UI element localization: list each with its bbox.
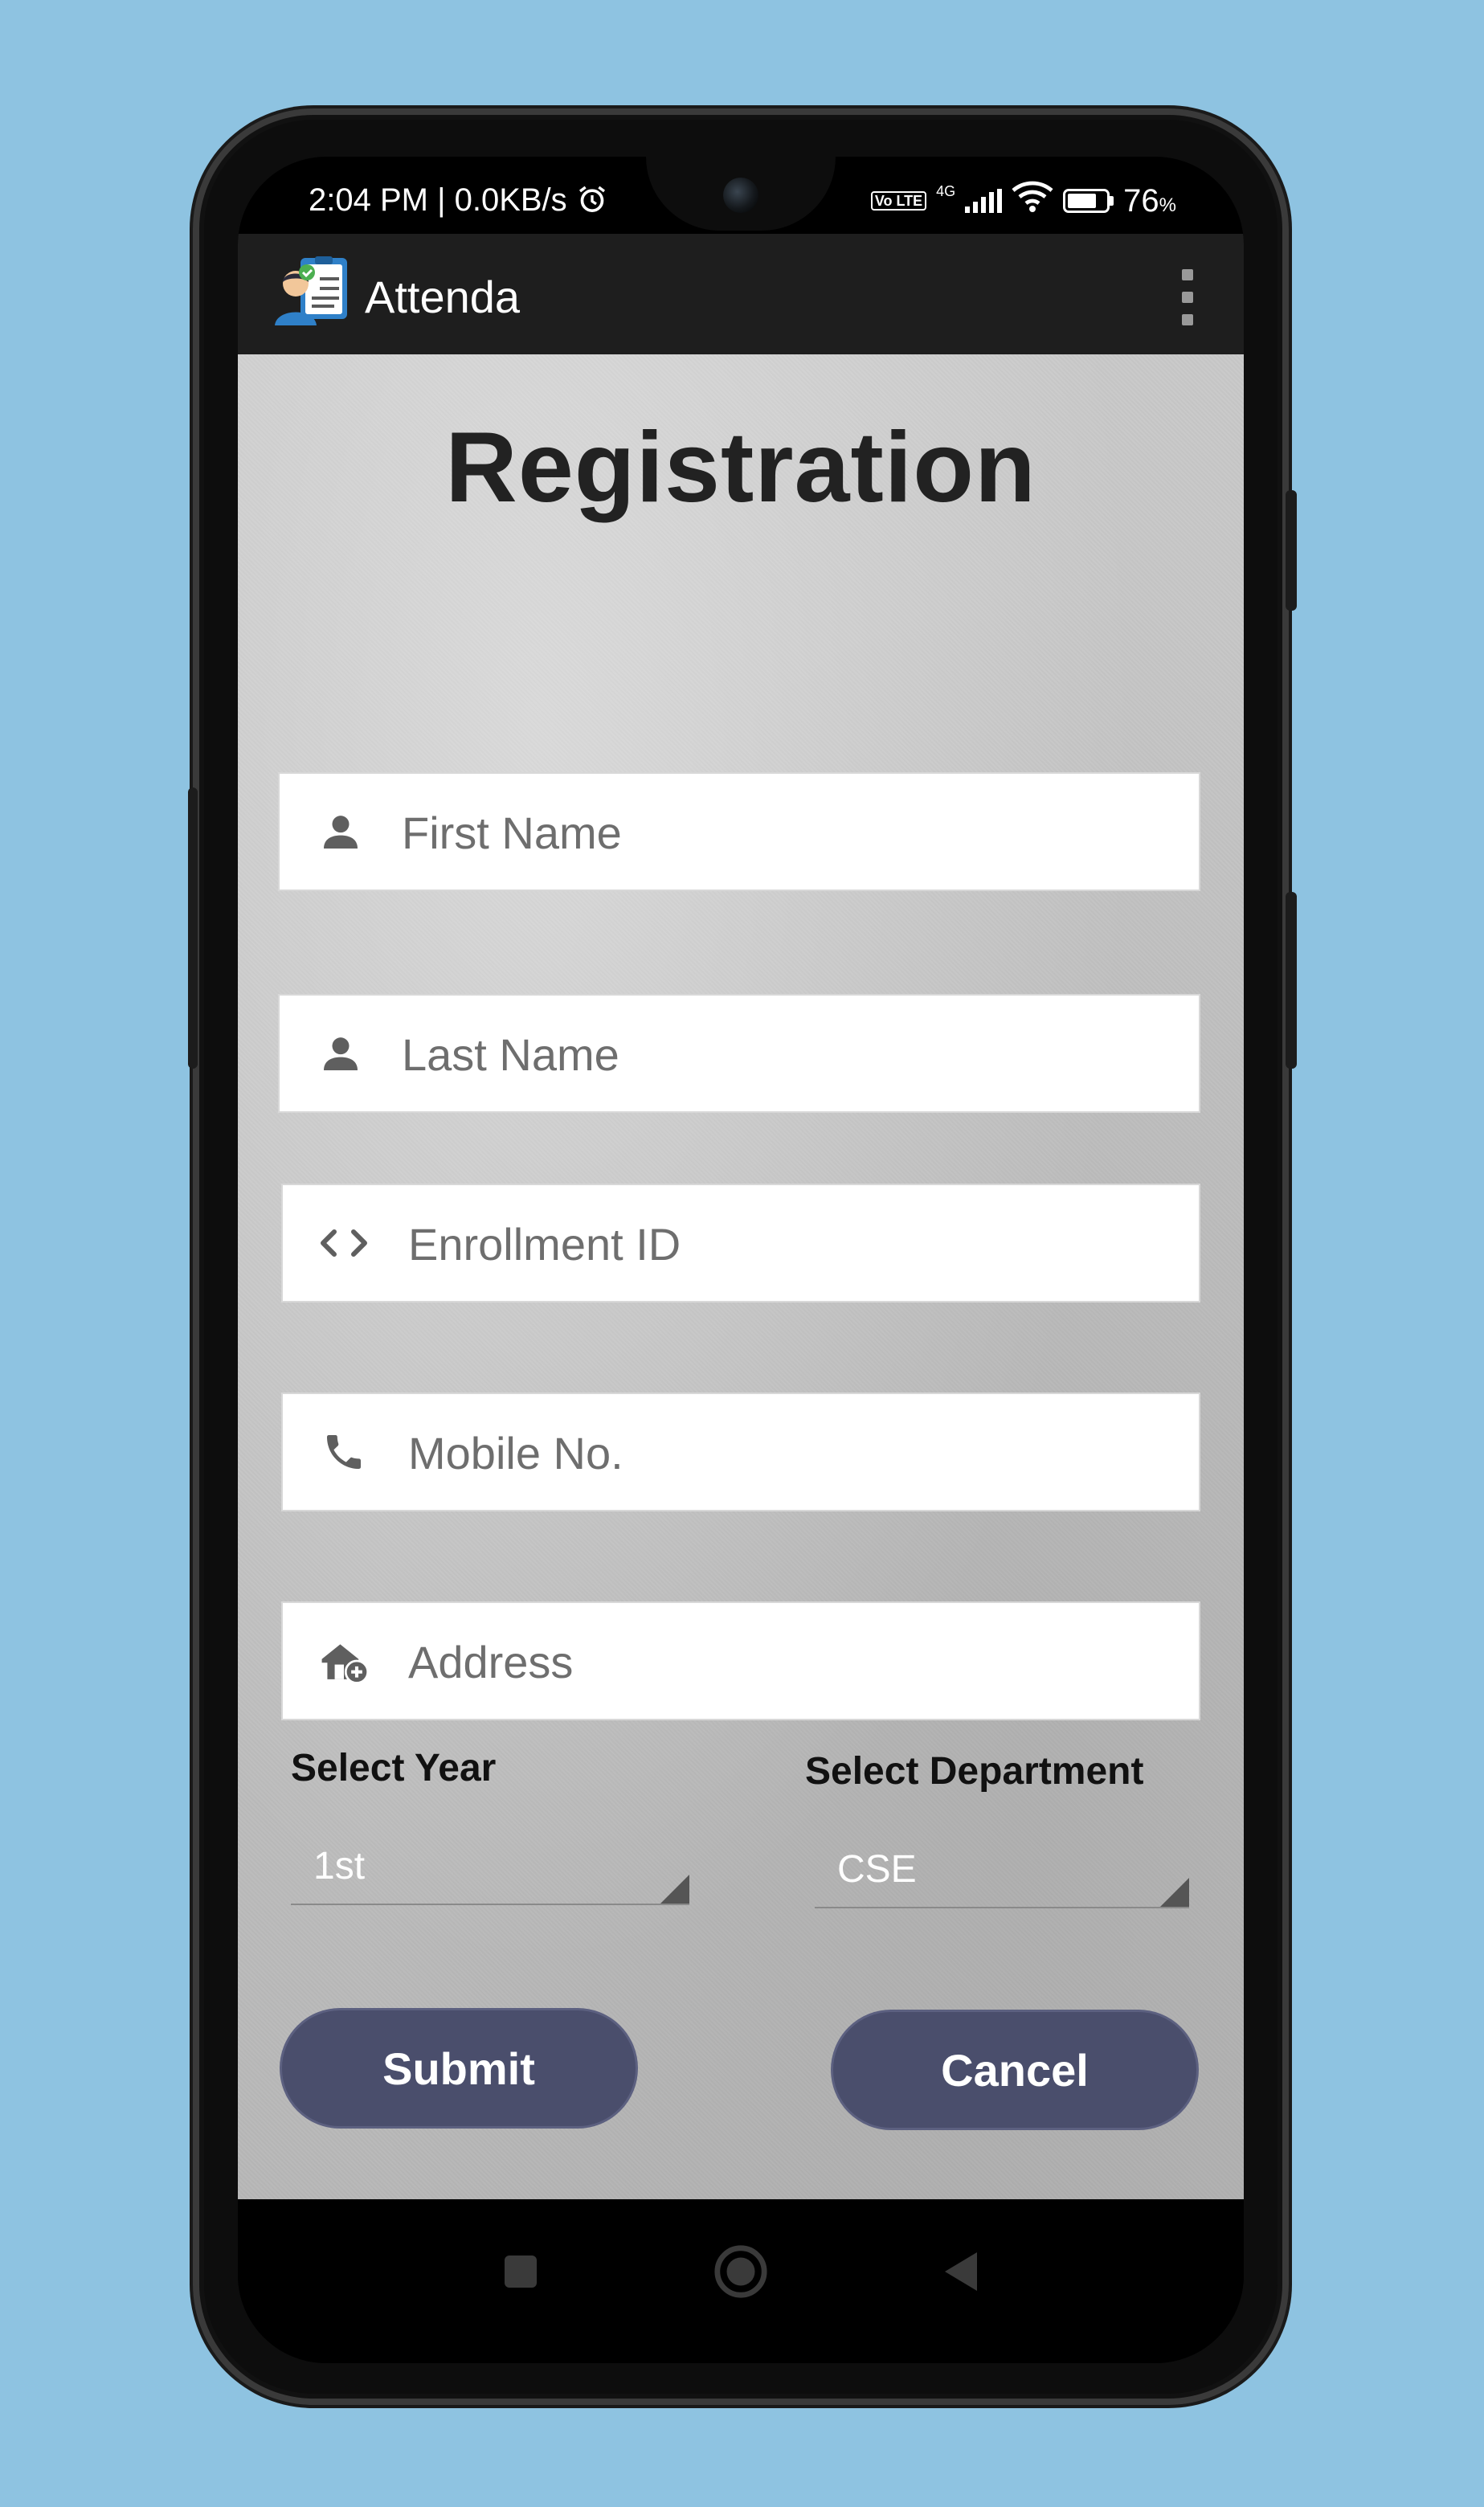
signal-icon <box>965 189 1003 213</box>
year-select-value: 1st <box>313 1845 366 1887</box>
code-icon <box>318 1217 370 1269</box>
status-right: Vo LTE 4G 76% <box>870 181 1176 221</box>
more-vert-icon[interactable] <box>1179 269 1196 325</box>
enrollment-id-input[interactable] <box>407 1185 1181 1303</box>
dropdown-arrow-icon <box>1160 1878 1189 1907</box>
volume-button <box>1286 892 1297 1069</box>
wifi-icon <box>1012 181 1053 221</box>
enrollment-id-field[interactable] <box>281 1184 1200 1303</box>
app-bar: Attenda <box>238 234 1244 354</box>
address-field[interactable] <box>281 1601 1200 1720</box>
last-name-field[interactable] <box>278 994 1200 1113</box>
navigation-bar <box>238 2199 1244 2363</box>
first-name-field[interactable] <box>278 772 1200 891</box>
cancel-button[interactable]: Cancel <box>831 2010 1199 2130</box>
mobile-number-input[interactable] <box>407 1394 1181 1511</box>
select-department-label: Select Department <box>805 1750 1144 1793</box>
side-key <box>188 787 198 1069</box>
registration-content: Registration First Name Last Name Enroll… <box>238 354 1244 2199</box>
app-title: Attenda <box>365 272 521 322</box>
department-select[interactable]: CSE <box>815 1842 1189 1908</box>
phone-icon <box>318 1426 370 1478</box>
dropdown-arrow-icon <box>660 1875 689 1904</box>
alarm-icon <box>576 182 608 218</box>
add-home-icon <box>318 1635 370 1687</box>
status-time-speed: 2:04 PM | 0.0KB/s <box>309 182 567 218</box>
mobile-number-field[interactable] <box>281 1393 1200 1511</box>
circle-icon[interactable] <box>709 2239 773 2304</box>
attendance-clipboard-icon <box>272 255 352 327</box>
power-button <box>1286 490 1297 611</box>
triangle-back-icon[interactable] <box>929 2239 993 2304</box>
volte-icon: Vo LTE <box>870 191 927 211</box>
first-name-input[interactable] <box>400 774 1175 891</box>
network-type: 4G <box>936 182 956 199</box>
front-camera <box>723 178 758 213</box>
status-left: 2:04 PM | 0.0KB/s <box>309 182 608 219</box>
square-icon[interactable] <box>489 2239 553 2304</box>
person-icon <box>315 806 366 857</box>
address-input[interactable] <box>407 1603 1181 1720</box>
battery-percentage: 76% <box>1123 182 1176 219</box>
page-title: Registration <box>445 412 1036 523</box>
battery-icon <box>1063 189 1114 213</box>
year-select[interactable]: 1st <box>291 1839 689 1905</box>
last-name-input[interactable] <box>400 996 1175 1113</box>
submit-button[interactable]: Submit <box>280 2008 638 2129</box>
select-year-label: Select Year <box>291 1747 497 1789</box>
phone-screen: 2:04 PM | 0.0KB/s Vo LTE 4G 76% Attenda … <box>238 157 1244 2363</box>
department-select-value: CSE <box>837 1848 917 1891</box>
person-icon <box>315 1028 366 1079</box>
